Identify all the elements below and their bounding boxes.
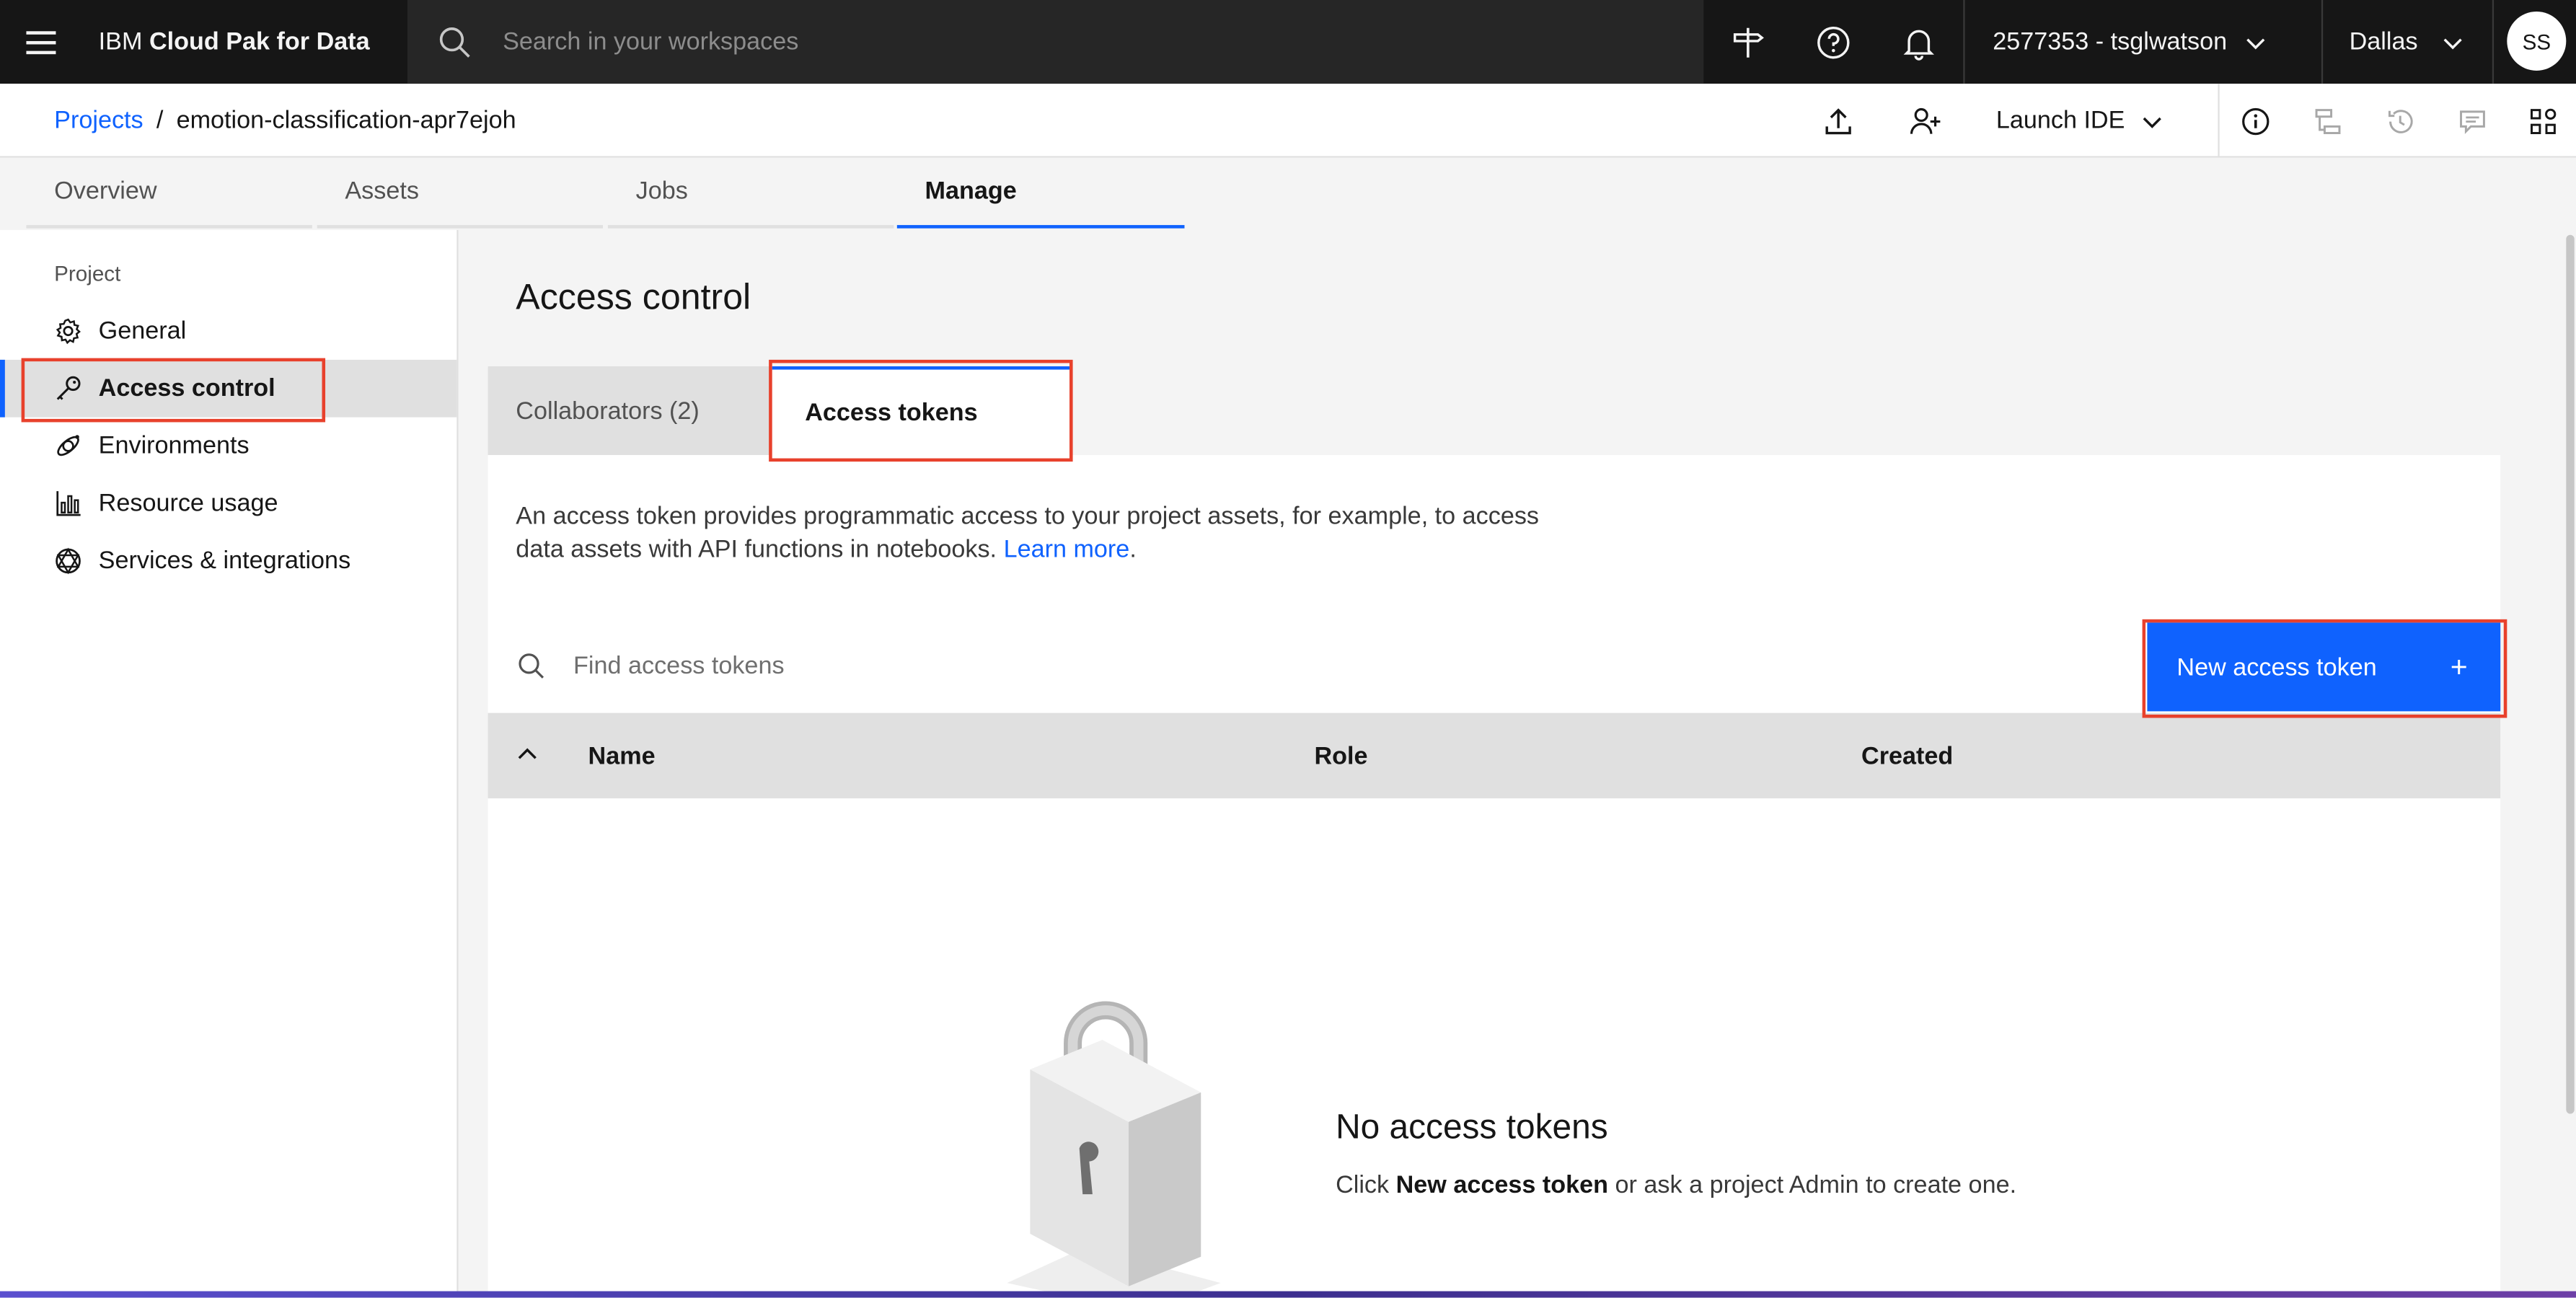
highlight-access-control [21,358,326,423]
access-tokens-panel: An access token provides programmatic ac… [488,455,2501,1298]
highlight-new-access-token-button [2142,619,2507,718]
sidebar-item-label: Services & integrations [98,547,351,575]
tab-collaborators[interactable]: Collaborators (2) [488,366,771,456]
learn-more-link[interactable]: Learn more [1004,536,1130,564]
account-switcher[interactable]: 2577353 - tsglwatson [1965,0,2321,84]
window-bottom-edge [0,1291,2576,1298]
access-token-description: An access token provides programmatic ac… [516,501,1567,567]
search-icon [407,25,503,58]
add-collaborator-icon[interactable] [1889,84,1962,158]
search-input[interactable] [503,27,1653,56]
lock-illustration [1007,984,1253,1298]
help-icon[interactable] [1791,0,1876,84]
sidebar-item-general[interactable]: General [0,302,456,360]
breadcrumb-projects-link[interactable]: Projects [54,107,143,135]
brand-prefix: IBM [98,27,143,56]
chart-icon [54,490,82,518]
tab-manage[interactable]: Manage [896,158,1185,229]
token-search[interactable] [488,619,2148,712]
sidebar-section-title: Project [54,261,121,286]
sidebar-item-label: Resource usage [98,489,278,518]
menu-icon[interactable] [0,0,82,84]
region-label: Dallas [2349,27,2418,56]
services-icon [54,547,82,575]
breadcrumb-separator: / [156,107,164,135]
breadcrumb-current: emotion-classification-apr7ejoh [176,107,516,135]
account-label: 2577353 - tsglwatson [1993,27,2228,56]
brand-product: Cloud Pak for Data [149,27,370,56]
column-header-created[interactable]: Created [1861,713,1953,798]
launch-ide-label: Launch IDE [1995,107,2125,135]
table-header: Name Role Created [488,712,2501,799]
brand-name[interactable]: IBM Cloud Pak for Data [82,0,396,84]
sort-chevron-up-icon[interactable] [514,741,540,774]
find-access-tokens-input[interactable] [573,651,2052,679]
sidebar-item-label: Environments [98,432,250,460]
tab-assets[interactable]: Assets [317,158,604,229]
empty-text-suffix: or ask a project Admin to create one. [1608,1171,2017,1199]
history-icon[interactable] [2364,84,2436,158]
empty-text-bold: New access token [1395,1171,1609,1199]
project-header: Projects / emotion-classification-apr7ej… [0,84,2576,158]
header-divider [2492,0,2495,84]
empty-text-prefix: Click [1336,1171,1396,1199]
tab-overview[interactable]: Overview [26,158,312,229]
empty-state-message: Click New access token or ask a project … [1336,1171,2016,1199]
apps-icon[interactable] [2507,84,2576,158]
avatar[interactable]: SS [2507,11,2567,71]
chevron-down-icon [2143,116,2162,128]
sidebar-item-label: General [98,317,187,345]
region-switcher[interactable]: Dallas [2323,0,2490,84]
column-header-name[interactable]: Name [588,713,656,798]
chevron-down-icon [2443,37,2462,49]
column-header-role[interactable]: Role [1314,713,1367,798]
scrollbar-thumb[interactable] [2566,234,2575,1114]
comment-icon[interactable] [2436,84,2508,158]
sidebar-item-resource-usage[interactable]: Resource usage [0,474,456,532]
breadcrumb: Projects / emotion-classification-apr7ej… [54,84,516,158]
top-header: IBM Cloud Pak for Data 2577353 - tsglwat… [0,0,2576,84]
notification-icon[interactable] [1876,0,1962,84]
environment-icon [54,432,82,460]
page-title: Access control [516,275,751,317]
project-tabs: Overview Assets Jobs Manage [0,157,2576,230]
gear-icon [54,317,82,345]
description-period: . [1129,535,1137,564]
app-window: IBM Cloud Pak for Data 2577353 - tsglwat… [0,0,2576,1298]
empty-state-title: No access tokens [1336,1108,1608,1147]
search-icon [488,651,573,679]
global-search[interactable] [407,0,1704,84]
sidebar-item-services-integrations[interactable]: Services & integrations [0,532,456,590]
scrollbar[interactable] [2564,229,2576,1298]
info-icon[interactable] [2220,84,2292,158]
signpost-icon[interactable] [1706,0,1791,84]
tab-jobs[interactable]: Jobs [607,158,894,229]
upload-icon[interactable] [1802,84,1874,158]
launch-ide-button[interactable]: Launch IDE [1996,84,2164,158]
chevron-down-icon [2246,37,2264,49]
lineage-icon[interactable] [2292,84,2364,158]
highlight-access-tokens-tab [769,359,1073,462]
sidebar-item-environments[interactable]: Environments [0,418,456,475]
